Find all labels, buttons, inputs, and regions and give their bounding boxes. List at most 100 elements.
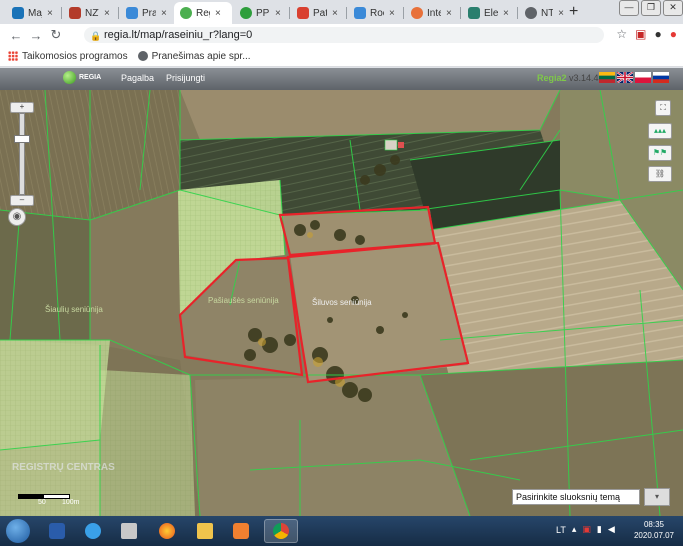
maximize-icon[interactable]: ❐ <box>641 0 661 16</box>
tab-close-icon[interactable]: × <box>104 8 110 19</box>
bookmark-pranesimas[interactable]: Pranešimas apie spr... <box>137 50 251 62</box>
bookmark-apps[interactable]: Taikomosios programos <box>8 51 128 62</box>
regia-logo-icon <box>63 71 76 84</box>
zoom-out-button[interactable]: – <box>10 195 34 206</box>
app-menu: Pagalba Prisijungti <box>121 73 205 83</box>
tab-label: Maj <box>28 7 42 19</box>
language-indicator[interactable]: LT <box>556 525 566 535</box>
link-icon[interactable]: ⛓ <box>648 166 672 182</box>
taskbar-files[interactable] <box>188 519 222 543</box>
uk-flag-icon[interactable] <box>617 72 633 83</box>
tray-app-icon[interactable]: ▣ <box>582 524 591 535</box>
map-label-parcel: Šiluvos seniūnija <box>312 298 372 307</box>
clock-date: 2020.07.07 <box>633 531 675 540</box>
tab-close-icon[interactable]: × <box>558 8 564 19</box>
browser-tab-8[interactable]: Inte × <box>405 2 459 24</box>
tab-favicon-icon <box>525 7 537 19</box>
tab-close-icon[interactable]: × <box>161 8 167 19</box>
menu-login[interactable]: Prisijungti <box>166 73 205 83</box>
star-icon[interactable]: ☆ <box>616 27 627 41</box>
browser-toolbar: ← → ↻ 🔒 regia.lt/map/raseiniu_r?lang=0 ☆… <box>0 24 683 46</box>
taskbar-ie[interactable] <box>76 519 110 543</box>
browser-tab-9[interactable]: Elel × <box>462 2 516 24</box>
tab-favicon-icon <box>297 7 309 19</box>
taskbar-app[interactable] <box>112 519 146 543</box>
fullscreen-icon[interactable]: ⛶ <box>655 100 671 116</box>
browser-tab-7[interactable]: Roc × <box>348 2 402 24</box>
browser-right-tools: ☆ ▣ ● ● <box>616 27 677 41</box>
taskbar-media[interactable] <box>224 519 258 543</box>
browser-tab-1[interactable]: Maj × <box>6 2 60 24</box>
layer-toggle-button[interactable]: ▾ <box>644 488 670 506</box>
tab-favicon-icon <box>240 7 252 19</box>
tab-label: NT <box>541 7 554 19</box>
tab-favicon-icon <box>126 7 138 19</box>
tab-close-icon[interactable]: × <box>389 8 395 19</box>
media-player-icon <box>233 523 249 539</box>
zoom-track[interactable] <box>19 113 25 195</box>
extension-red-icon[interactable]: ● <box>670 27 677 41</box>
browser-tab-5[interactable]: PPR × <box>234 2 288 24</box>
zoom-control: + – <box>8 99 34 209</box>
tab-favicon-icon <box>12 7 24 19</box>
tab-favicon-icon <box>69 7 81 19</box>
forward-icon[interactable]: → <box>26 28 46 43</box>
tab-favicon-icon <box>411 7 423 19</box>
browser-tab-strip: Maj × NZT × Pra × Reg × PPR × Pat × Roc … <box>0 0 683 24</box>
browser-tab-10[interactable]: NT × <box>519 2 567 24</box>
lithuania-flag-icon[interactable] <box>599 72 615 83</box>
browser-tab-3[interactable]: Pra × <box>120 2 174 24</box>
browser-tab-2[interactable]: NZT × <box>63 2 117 24</box>
registru-centras-watermark: REGISTRŲ CENTRAS <box>12 462 115 473</box>
back-icon[interactable]: ← <box>6 28 26 43</box>
minimize-icon[interactable]: — <box>619 0 639 16</box>
tab-close-icon[interactable]: × <box>47 8 53 19</box>
reload-icon[interactable]: ↻ <box>46 27 66 43</box>
version-number: v3.14.4 <box>566 73 599 83</box>
locate-button[interactable]: ◉ <box>8 208 26 226</box>
address-bar[interactable]: 🔒 regia.lt/map/raseiniu_r?lang=0 <box>84 27 604 43</box>
folder-icon <box>49 523 65 539</box>
regia-logo[interactable]: REGIA <box>63 71 101 84</box>
folder-open-icon <box>197 523 213 539</box>
tray-up-arrow-icon[interactable]: ▴ <box>572 524 577 535</box>
url-text: regia.lt/map/raseiniu_r?lang=0 <box>104 29 253 41</box>
taskbar-chrome[interactable] <box>264 519 298 543</box>
tab-label: Inte <box>427 7 441 19</box>
russia-flag-icon[interactable] <box>653 72 669 83</box>
menu-help[interactable]: Pagalba <box>121 73 154 83</box>
extension-icon[interactable]: ▣ <box>635 27 646 41</box>
tab-label: Pat <box>313 7 327 19</box>
chrome-icon <box>273 523 289 539</box>
taskbar-explorer[interactable] <box>40 519 74 543</box>
windows-taskbar: LT ▴ ▣ ▮ ◀ 08:35 2020.07.07 <box>0 516 683 546</box>
browser-tab-4-active[interactable]: Reg × <box>174 2 232 24</box>
browser-tab-6[interactable]: Pat × <box>291 2 345 24</box>
network-icon[interactable]: ▮ <box>597 524 602 535</box>
volume-icon[interactable]: ◀ <box>608 524 615 535</box>
layer-theme-select[interactable]: Pasirinkite sluoksnių temą <box>512 489 640 505</box>
new-tab-button[interactable]: + <box>569 3 578 21</box>
tab-close-icon[interactable]: × <box>503 8 509 19</box>
tab-close-icon[interactable]: × <box>446 8 452 19</box>
lock-icon: 🔒 <box>90 30 102 41</box>
taskbar-clock[interactable]: 08:35 2020.07.07 <box>630 519 678 541</box>
account-icon[interactable]: ● <box>655 27 662 41</box>
poland-flag-icon[interactable] <box>635 72 651 83</box>
zoom-slider-thumb[interactable] <box>14 135 30 143</box>
taskbar-firefox[interactable] <box>150 519 184 543</box>
map-view[interactable]: Šiaulių seniūnija Pašiaušės seniūnija Ši… <box>0 90 683 516</box>
app-header: REGIA Pagalba Prisijungti Regia2 v3.14.4 <box>0 68 683 90</box>
zoom-in-button[interactable]: + <box>10 102 34 113</box>
start-button[interactable] <box>6 519 30 543</box>
bookmark-label: Pranešimas apie spr... <box>151 50 251 62</box>
tab-label: Reg <box>196 7 210 19</box>
tab-close-icon[interactable]: × <box>332 8 338 19</box>
tab-close-icon[interactable]: × <box>275 8 281 19</box>
close-window-icon[interactable]: ✕ <box>663 0 683 16</box>
flags-tool-icon[interactable]: ⚑⚑ <box>648 145 672 161</box>
tab-close-icon[interactable]: × <box>215 8 221 19</box>
tab-favicon-icon <box>354 7 366 19</box>
measure-icon[interactable]: ▴▴▴ <box>648 123 672 139</box>
scale-label-50: 50 <box>38 499 46 506</box>
